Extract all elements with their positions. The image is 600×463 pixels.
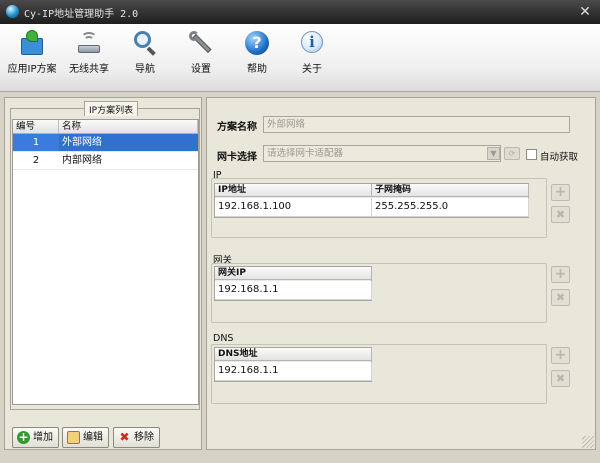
- edit-button-label: 编辑: [83, 432, 103, 443]
- gateway-ip-cell[interactable]: 192.168.1.1: [215, 281, 372, 300]
- plus-icon: +: [17, 430, 30, 444]
- column-header-id[interactable]: 编号: [13, 120, 59, 133]
- remove-scheme-button[interactable]: ✖ 移除: [113, 427, 160, 448]
- refresh-nic-button[interactable]: ⟳: [504, 147, 520, 160]
- scheme-list-title: IP方案列表: [84, 101, 139, 116]
- add-button-label: 增加: [33, 432, 53, 443]
- toolbar: 应用IP方案 无线共享 导航 设置 ? 帮助 i 关于: [0, 24, 600, 92]
- remove-x-icon: ✖: [119, 430, 130, 444]
- scheme-name-label: 方案名称: [217, 122, 257, 133]
- close-button[interactable]: ✕: [576, 3, 594, 21]
- toolbar-label: 关于: [302, 64, 322, 75]
- auto-get-label: 自动获取: [540, 152, 579, 163]
- toolbar-label: 应用IP方案: [7, 64, 57, 75]
- chevron-down-icon[interactable]: ▼: [487, 147, 500, 160]
- scheme-list[interactable]: 编号 名称 1 外部网络 2 内部网络: [12, 119, 199, 405]
- remove-ip-button[interactable]: ✖: [551, 206, 570, 223]
- list-item-name: 外部网络: [62, 137, 102, 148]
- column-header-dns: DNS地址: [215, 348, 372, 361]
- list-item[interactable]: 2 内部网络: [13, 152, 198, 170]
- dns-address-cell[interactable]: 192.168.1.1: [215, 362, 372, 381]
- list-item-id: 2: [32, 155, 40, 166]
- column-header-mask: 子网掩码: [372, 184, 529, 197]
- window-title: Cy-IP地址管理助手 2.0: [24, 9, 139, 20]
- app-window: Cy-IP地址管理助手 2.0 ✕ 应用IP方案 无线共享 导航 设置 ? 帮助: [0, 0, 600, 463]
- nic-select-dropdown[interactable]: 请选择网卡适配器: [263, 145, 501, 162]
- toolbar-label: 帮助: [247, 64, 267, 75]
- toolbar-label: 无线共享: [69, 64, 109, 75]
- scheme-list-panel: IP方案列表 编号 名称 1 外部网络 2 内部网络: [4, 97, 202, 450]
- toolbar-about-button[interactable]: i 关于: [295, 30, 329, 86]
- list-item-id: 1: [13, 134, 59, 151]
- remove-gateway-button[interactable]: ✖: [551, 289, 570, 306]
- ip-grid[interactable]: IP地址 子网掩码 192.168.1.100 255.255.255.0: [214, 183, 529, 218]
- help-icon: ?: [244, 30, 270, 56]
- title-bar[interactable]: Cy-IP地址管理助手 2.0 ✕: [0, 0, 600, 24]
- scheme-detail-panel: 方案名称 外部网络 网卡选择 请选择网卡适配器 ▼ ⟳ 自动获取 IP IP地址…: [206, 97, 596, 450]
- add-gateway-button[interactable]: +: [551, 266, 570, 283]
- subnet-mask-cell[interactable]: 255.255.255.0: [372, 198, 529, 217]
- wifi-share-icon: [76, 30, 102, 56]
- toolbar-apply-scheme-button[interactable]: 应用IP方案: [6, 30, 58, 86]
- magnifier-icon: [132, 30, 158, 56]
- ip-address-cell[interactable]: 192.168.1.100: [215, 198, 372, 217]
- column-header-gateway: 网关IP: [215, 267, 372, 280]
- wrench-icon: [188, 30, 214, 56]
- toolbar-wifi-share-button[interactable]: 无线共享: [66, 30, 112, 86]
- resize-grip[interactable]: [582, 436, 594, 448]
- toolbar-help-button[interactable]: ? 帮助: [240, 30, 274, 86]
- remove-button-label: 移除: [134, 432, 154, 443]
- column-header-ip: IP地址: [215, 184, 372, 197]
- remove-dns-button[interactable]: ✖: [551, 370, 570, 387]
- scheme-name-field[interactable]: 外部网络: [263, 116, 570, 133]
- info-icon: i: [299, 30, 325, 56]
- add-dns-button[interactable]: +: [551, 347, 570, 364]
- nic-select-label: 网卡选择: [217, 152, 257, 163]
- toolbar-label: 设置: [191, 64, 211, 75]
- toolbar-label: 导航: [135, 64, 155, 75]
- column-header-name[interactable]: 名称: [59, 120, 198, 133]
- scheme-list-group: IP方案列表 编号 名称 1 外部网络 2 内部网络: [10, 101, 200, 410]
- edit-icon: [67, 431, 80, 444]
- list-item-name: 内部网络: [62, 155, 102, 166]
- edit-scheme-button[interactable]: 编辑: [62, 427, 109, 448]
- list-header: 编号 名称: [13, 120, 198, 134]
- toolbar-settings-button[interactable]: 设置: [184, 30, 218, 86]
- apply-scheme-icon: [19, 30, 45, 56]
- dns-grid[interactable]: DNS地址 192.168.1.1: [214, 347, 372, 382]
- add-scheme-button[interactable]: + 增加: [12, 427, 59, 448]
- app-globe-icon: [6, 5, 19, 18]
- auto-get-checkbox[interactable]: [526, 149, 537, 160]
- toolbar-navigate-button[interactable]: 导航: [128, 30, 162, 86]
- gateway-grid[interactable]: 网关IP 192.168.1.1: [214, 266, 372, 301]
- dns-section-title: DNS: [213, 333, 234, 344]
- add-ip-button[interactable]: +: [551, 184, 570, 201]
- list-item[interactable]: 1 外部网络: [13, 134, 198, 152]
